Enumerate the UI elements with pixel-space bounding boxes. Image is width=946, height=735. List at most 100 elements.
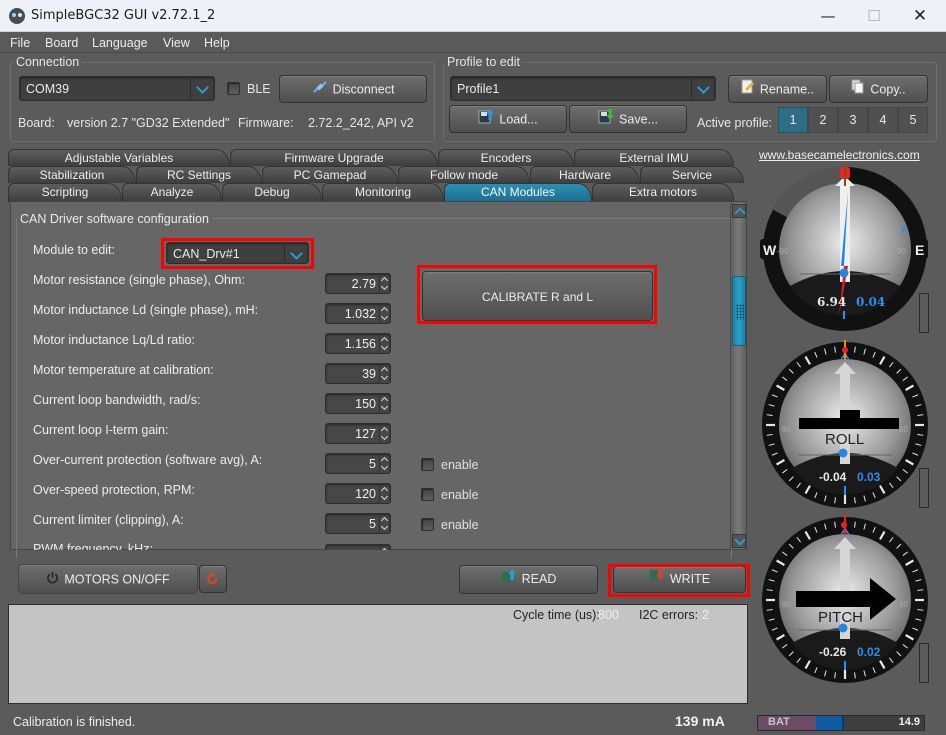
spin-down-icon[interactable] — [379, 524, 389, 533]
cycle-time-value: 800 — [598, 608, 619, 622]
motors-onoff-button[interactable]: MOTORS ON/OFF — [18, 564, 198, 594]
tab-monitoring[interactable]: Monitoring — [322, 183, 444, 202]
inductance-ld-spinner[interactable]: 1.032 — [325, 303, 391, 324]
motors-onoff-label: MOTORS ON/OFF — [64, 572, 170, 587]
spin-down-icon[interactable] — [379, 464, 389, 473]
copy-button[interactable]: Copy.. — [829, 75, 928, 103]
ble-checkbox[interactable] — [227, 82, 240, 95]
motor-resistance-spinner[interactable]: 2.79 — [325, 273, 391, 294]
profile-select[interactable]: Profile1 — [450, 76, 716, 101]
ble-label: BLE — [247, 82, 271, 96]
over-speed-enable-checkbox[interactable] — [421, 488, 434, 501]
chevron-down-icon — [691, 79, 715, 98]
tab-service[interactable]: Service — [640, 166, 744, 183]
profile-5-button[interactable]: 5 — [898, 107, 928, 133]
tab-hardware[interactable]: Hardware — [530, 166, 640, 183]
spin-up-icon[interactable] — [379, 546, 389, 550]
menu-board[interactable]: Board — [45, 36, 78, 50]
scroll-up-icon[interactable] — [732, 204, 746, 218]
tab-external-imu[interactable]: External IMU — [574, 149, 734, 166]
profile-3-button[interactable]: 3 — [838, 107, 868, 133]
param-label: Motor temperature at calibration: — [33, 363, 214, 377]
cycle-time-label: Cycle time (us): — [513, 608, 600, 622]
content-scrollbar[interactable] — [730, 203, 746, 549]
menu-file[interactable]: File — [10, 36, 30, 50]
current-limiter-enable-checkbox[interactable] — [421, 518, 434, 531]
menu-view[interactable]: View — [163, 36, 190, 50]
tab-rc-settings[interactable]: RC Settings — [136, 166, 262, 183]
spinner-value: 1.032 — [344, 307, 376, 321]
profile-4-button[interactable]: 4 — [868, 107, 898, 133]
tab-encoders[interactable]: Encoders — [438, 149, 574, 166]
spin-down-icon[interactable] — [379, 434, 389, 443]
module-label: Module to edit: — [33, 243, 115, 257]
current-readout: 139 mA — [675, 713, 725, 729]
profile-value: Profile1 — [457, 82, 500, 96]
load-label: Load... — [499, 112, 538, 127]
pitch-plus90: 90 — [899, 600, 908, 609]
disconnect-button[interactable]: Disconnect — [279, 75, 427, 103]
iterm-gain-spinner[interactable]: 127 — [325, 423, 391, 444]
reset-button[interactable] — [199, 565, 227, 593]
clipped-row: PWM frequency, kHz: — [11, 538, 731, 550]
can-modules-panel: CAN Driver software configuration Module… — [10, 201, 747, 558]
spin-down-icon[interactable] — [379, 404, 389, 413]
window-title: SimpleBGC32 GUI v2.72.1_2 — [31, 8, 216, 23]
pwm-frequency-spinner[interactable] — [325, 544, 391, 550]
read-button[interactable]: READ — [459, 565, 598, 594]
menu-help[interactable]: Help — [204, 36, 230, 50]
save-label: Save... — [619, 112, 658, 127]
profile-2-button[interactable]: 2 — [808, 107, 838, 133]
close-button[interactable]: ✕ — [897, 0, 943, 32]
tab-follow-mode[interactable]: Follow mode — [398, 166, 530, 183]
compass-e: E — [915, 242, 924, 258]
tab-pc-gamepad[interactable]: PC Gamepad — [262, 166, 398, 183]
port-value: COM39 — [26, 82, 70, 96]
tab-debug[interactable]: Debug — [222, 183, 322, 202]
yaw-rate: 0.04 — [856, 295, 885, 309]
rename-button[interactable]: Rename.. — [728, 75, 827, 103]
scroll-thumb[interactable] — [732, 276, 746, 346]
can-driver-group-title: CAN Driver software configuration — [17, 212, 212, 226]
over-current-spinner[interactable]: 5 — [325, 453, 391, 474]
lq-ld-ratio-spinner[interactable]: 1.156 — [325, 333, 391, 354]
save-button[interactable]: Save... — [569, 105, 687, 133]
tab-firmware-upgrade[interactable]: Firmware Upgrade — [230, 149, 438, 166]
scroll-down-icon[interactable] — [732, 534, 746, 548]
over-current-enable-checkbox[interactable] — [421, 458, 434, 471]
copy-label: Copy.. — [870, 82, 906, 97]
spin-down-icon[interactable] — [379, 374, 389, 383]
tab-scripting[interactable]: Scripting — [8, 183, 122, 202]
i2c-errors-value: 2 — [702, 608, 709, 622]
menu-language[interactable]: Language — [92, 36, 148, 50]
tab-adjustable-variables[interactable]: Adjustable Variables — [8, 149, 230, 166]
chevron-down-icon — [190, 79, 214, 98]
spin-down-icon[interactable] — [379, 314, 389, 323]
compass-w: W — [763, 242, 777, 258]
profile-1-button[interactable]: 1 — [778, 107, 808, 133]
param-label: Over-speed protection, RPM: — [33, 483, 195, 497]
spinner-value: 1.156 — [344, 337, 376, 351]
pitch-title: PITCH — [818, 609, 863, 626]
battery-level-fill — [816, 716, 844, 730]
loop-bandwidth-spinner[interactable]: 150 — [325, 393, 391, 414]
motor-temperature-spinner[interactable]: 39 — [325, 363, 391, 384]
roll-horizon-bar — [799, 418, 899, 429]
over-speed-spinner[interactable]: 120 — [325, 483, 391, 504]
yaw-level-bar — [919, 293, 929, 333]
tab-analyze[interactable]: Analyze — [122, 183, 222, 202]
spin-down-icon[interactable] — [379, 344, 389, 353]
basecam-link[interactable]: www.basecamelectronics.com — [759, 148, 920, 162]
yaw-plus90: 90 — [897, 247, 906, 256]
current-limiter-spinner[interactable]: 5 — [325, 513, 391, 534]
tab-stabilization[interactable]: Stabilization — [8, 166, 136, 183]
spin-down-icon[interactable] — [379, 284, 389, 293]
port-select[interactable]: COM39 — [19, 76, 215, 101]
spin-down-icon[interactable] — [379, 494, 389, 503]
load-button[interactable]: Load... — [449, 105, 567, 133]
tab-can-modules[interactable]: CAN Modules — [444, 183, 592, 202]
maximize-button[interactable]: ☐ — [851, 0, 897, 32]
tab-row-2: Stabilization RC Settings PC Gamepad Fol… — [8, 166, 744, 184]
tab-extra-motors[interactable]: Extra motors — [592, 183, 734, 202]
minimize-button[interactable]: — — [805, 0, 851, 32]
